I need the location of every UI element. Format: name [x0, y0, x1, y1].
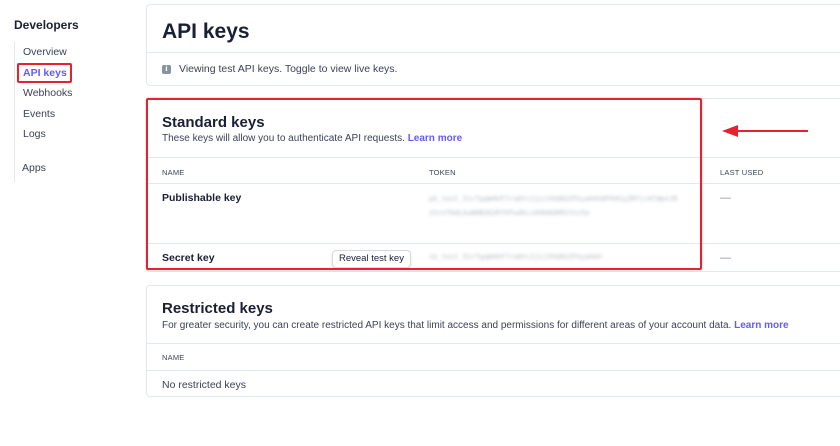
- divider: [147, 52, 840, 53]
- column-header-last-used: LAST USED: [720, 168, 764, 177]
- sidebar-item-overview[interactable]: Overview: [23, 46, 67, 58]
- sidebar-nav: Overview API keys Webhooks Events Logs: [14, 42, 134, 182]
- annotation-highlight-box: [17, 63, 72, 83]
- sidebar-item-apps[interactable]: Apps: [22, 162, 46, 174]
- info-banner: i Viewing test API keys. Toggle to view …: [162, 63, 397, 75]
- sidebar-title: Developers: [14, 18, 79, 32]
- divider: [147, 370, 840, 371]
- restricted-keys-description: For greater security, you can create res…: [162, 320, 789, 331]
- page-title: API keys: [162, 20, 250, 43]
- restricted-learn-more-link[interactable]: Learn more: [734, 320, 788, 331]
- empty-state-text: No restricted keys: [162, 379, 247, 391]
- restricted-keys-panel: Restricted keys For greater security, yo…: [146, 285, 840, 397]
- secret-key-last-used: —: [720, 252, 731, 264]
- info-icon: i: [162, 64, 171, 74]
- column-header-name: NAME: [162, 353, 185, 362]
- restricted-keys-title: Restricted keys: [162, 300, 273, 317]
- sidebar-item-events[interactable]: Events: [23, 108, 55, 120]
- divider: [147, 343, 840, 344]
- annotation-highlight-box: [146, 98, 702, 270]
- sidebar-item-webhooks[interactable]: Webhooks: [23, 87, 72, 99]
- annotation-arrow-icon: [722, 125, 808, 137]
- page-header-panel: API keys i Viewing test API keys. Toggle…: [146, 4, 840, 86]
- sidebar-item-logs[interactable]: Logs: [23, 128, 46, 140]
- publishable-key-last-used: —: [720, 192, 731, 204]
- restricted-keys-description-text: For greater security, you can create res…: [162, 320, 732, 331]
- sidebar: Developers Overview API keys Webhooks Ev…: [0, 0, 140, 446]
- info-text: Viewing test API keys. Toggle to view li…: [179, 63, 398, 75]
